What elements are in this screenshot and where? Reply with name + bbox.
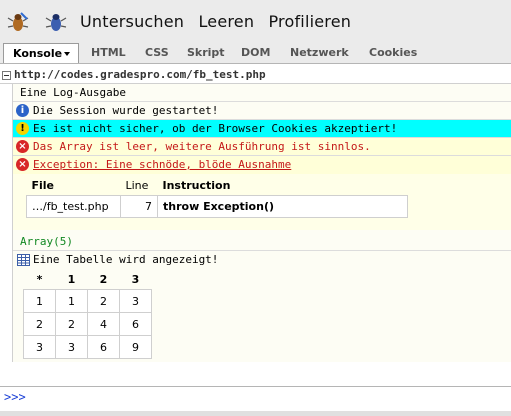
exception-text[interactable]: Exception: Eine schnöde, blöde Ausnahme [33, 156, 291, 174]
table-cell: 1 [23, 289, 56, 313]
log-text: Eine Log-Ausgabe [20, 86, 126, 99]
tab-dom[interactable]: DOM [241, 43, 270, 62]
table-cell: 4 [87, 312, 120, 336]
warning-text: Es ist nicht sicher, ob der Browser Cook… [33, 122, 398, 135]
log-row: Eine Log-Ausgabe [13, 84, 511, 102]
collapse-icon[interactable] [2, 71, 11, 80]
warning-row: ! Es ist nicht sicher, ob der Browser Co… [13, 120, 511, 138]
tab-css[interactable]: CSS [145, 43, 169, 62]
menu-item-leeren[interactable]: Leeren [198, 12, 254, 31]
firebug-toolbar: Untersuchen Leeren Profilieren [0, 0, 511, 43]
console-output: http://codes.gradespro.com/fb_test.php E… [0, 64, 511, 386]
table-header-1: 1 [67, 273, 76, 286]
table-cell: 3 [55, 335, 88, 359]
exception-row[interactable]: × Exception: Eine schnöde, blöde Ausnahm… [13, 156, 511, 174]
info-row: i Die Session wurde gestartet! [13, 102, 511, 120]
table-row: 1 1 2 3 [23, 289, 152, 313]
table-row: …/fb_test.php 7 throw Exception() [26, 195, 408, 218]
table-header-2: 2 [99, 273, 108, 286]
tab-console[interactable]: Konsole [3, 43, 79, 63]
warning-icon: ! [16, 122, 29, 135]
table-row: 2 2 4 6 [23, 312, 152, 336]
table-cell: 6 [119, 312, 152, 336]
panel-tabs: Konsole HTML CSS Skript DOM Netzwerk Coo… [0, 43, 511, 64]
table-cell: 2 [55, 312, 88, 336]
table-cell: 3 [23, 335, 56, 359]
firebug-bug-icon[interactable] [45, 11, 67, 33]
info-icon: i [16, 104, 29, 117]
table-cell: 2 [23, 312, 56, 336]
trace-header-file: File [31, 179, 55, 192]
menu-item-profilieren[interactable]: Profilieren [268, 12, 351, 31]
table-cell: 1 [55, 289, 88, 313]
tab-console-label: Konsole [13, 47, 63, 60]
status-bar [0, 411, 511, 416]
firebug-inspect-icon[interactable] [7, 11, 29, 33]
table-header-star: * [36, 273, 43, 286]
table-cell: 6 [87, 335, 120, 359]
table-row: 3 3 6 9 [23, 335, 152, 359]
tab-cookies[interactable]: Cookies [369, 43, 417, 62]
command-prompt: >>> [4, 390, 26, 404]
chevron-down-icon [64, 52, 70, 56]
tab-netzwerk[interactable]: Netzwerk [290, 43, 349, 62]
table-cell: 9 [119, 335, 152, 359]
data-table: * 1 2 3 1 1 2 3 2 2 4 6 3 3 6 9 [23, 270, 152, 359]
stack-trace-table: File Line Instruction …/fb_test.php 7 th… [26, 176, 408, 218]
toolbar-menu: Untersuchen Leeren Profilieren [80, 12, 360, 31]
trace-header-line: Line [125, 179, 149, 192]
group-title: http://codes.gradespro.com/fb_test.php [14, 68, 266, 81]
error-text: Das Array ist leer, weitere Ausführung i… [33, 140, 371, 153]
table-cell: 3 [119, 289, 152, 313]
error-icon: × [16, 140, 29, 153]
trace-file[interactable]: …/fb_test.php [26, 195, 121, 218]
table-label-text: Eine Tabelle wird angezeigt! [33, 253, 219, 266]
table-cell: 2 [87, 289, 120, 313]
menu-item-untersuchen[interactable]: Untersuchen [80, 12, 184, 31]
table-icon [17, 254, 30, 266]
log-group-header[interactable]: http://codes.gradespro.com/fb_test.php [0, 67, 511, 84]
table-header-3: 3 [131, 273, 140, 286]
trace-line: 7 [120, 195, 158, 218]
info-text: Die Session wurde gestartet! [33, 104, 219, 117]
table-row-label: Eine Tabelle wird angezeigt! [13, 251, 511, 269]
trace-header-instruction: Instruction [162, 179, 231, 192]
tab-html[interactable]: HTML [91, 43, 126, 62]
tab-skript[interactable]: Skript [187, 43, 225, 62]
trace-instruction: throw Exception() [157, 195, 408, 218]
error-icon: × [16, 158, 29, 171]
error-row: × Das Array ist leer, weitere Ausführung… [13, 138, 511, 156]
log-group-body: Eine Log-Ausgabe i Die Session wurde ges… [12, 84, 511, 362]
stack-trace: File Line Instruction …/fb_test.php 7 th… [13, 174, 511, 230]
array-summary[interactable]: Array(5) [20, 235, 511, 250]
command-line[interactable]: >>> [0, 386, 511, 416]
